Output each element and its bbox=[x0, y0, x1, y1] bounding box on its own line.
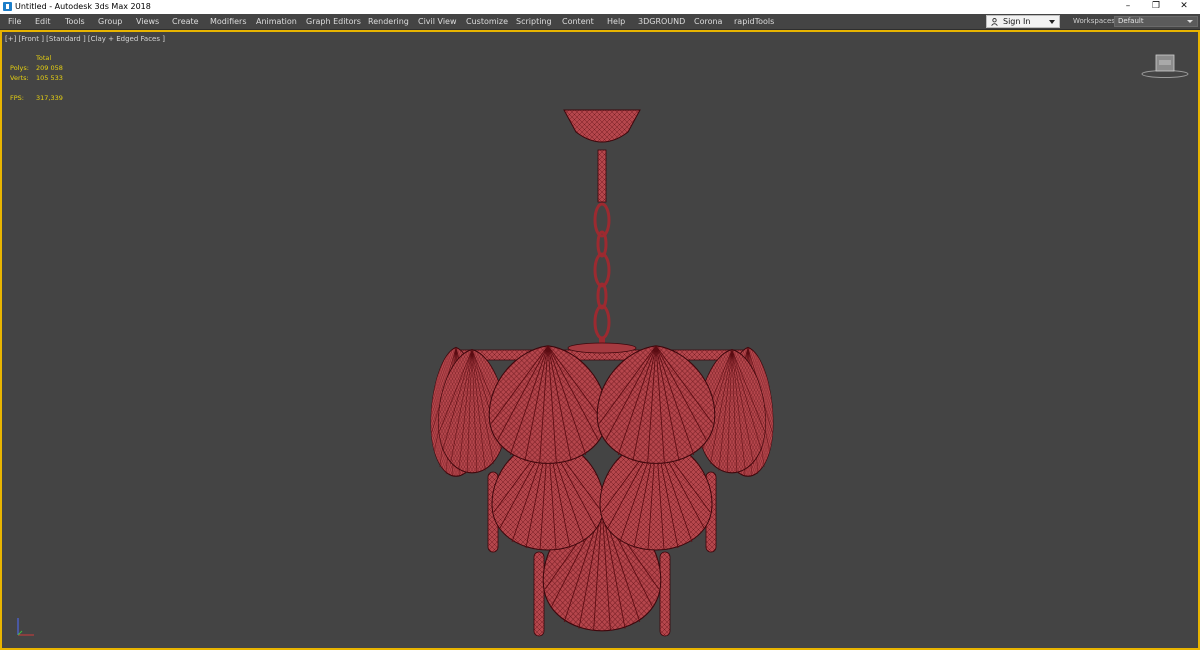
stats-polys-value: 209 058 bbox=[36, 64, 63, 72]
menu-rapidtools[interactable]: rapidTools bbox=[734, 14, 774, 29]
workspaces-label: Workspaces: bbox=[1073, 17, 1118, 25]
menu-tools[interactable]: Tools bbox=[65, 14, 85, 29]
sign-in-label: Sign In bbox=[1003, 17, 1031, 26]
front-viewport[interactable]: [+] [Front ] [Standard ] [Clay + Edged F… bbox=[0, 30, 1200, 650]
stats-verts-value: 105 533 bbox=[36, 74, 63, 82]
title-bar: Untitled - Autodesk 3ds Max 2018 – ❐ ✕ bbox=[0, 0, 1200, 14]
menu-help[interactable]: Help bbox=[607, 14, 625, 29]
workspaces-value: Default bbox=[1118, 17, 1144, 25]
menu-scripting[interactable]: Scripting bbox=[516, 14, 552, 29]
menu-civil-view[interactable]: Civil View bbox=[418, 14, 457, 29]
axis-tripod-icon bbox=[17, 618, 34, 636]
stats-fps-value: 317,339 bbox=[36, 94, 63, 102]
menu-rendering[interactable]: Rendering bbox=[368, 14, 409, 29]
menu-edit[interactable]: Edit bbox=[35, 14, 51, 29]
restore-button[interactable]: ❐ bbox=[1142, 0, 1170, 14]
menu-group[interactable]: Group bbox=[98, 14, 122, 29]
menu-create[interactable]: Create bbox=[172, 14, 199, 29]
minimize-button[interactable]: – bbox=[1114, 0, 1142, 14]
menu-corona[interactable]: Corona bbox=[694, 14, 722, 29]
menu-content[interactable]: Content bbox=[562, 14, 594, 29]
chevron-down-icon bbox=[1049, 20, 1055, 24]
stats-total-label: Total bbox=[36, 54, 52, 62]
user-icon bbox=[991, 18, 998, 26]
stats-verts-label: Verts: bbox=[10, 74, 29, 82]
menu-3dground[interactable]: 3DGROUND bbox=[638, 14, 685, 29]
menu-customize[interactable]: Customize bbox=[466, 14, 508, 29]
window-title: Untitled - Autodesk 3ds Max 2018 bbox=[15, 2, 151, 11]
chandelier-mesh[interactable] bbox=[422, 102, 782, 642]
chevron-down-icon bbox=[1187, 20, 1193, 23]
app-icon bbox=[3, 2, 12, 11]
menu-animation[interactable]: Animation bbox=[256, 14, 297, 29]
menu-modifiers[interactable]: Modifiers bbox=[210, 14, 247, 29]
menu-bar: File Edit Tools Group Views Create Modif… bbox=[0, 14, 1200, 30]
stats-polys-label: Polys: bbox=[10, 64, 29, 72]
menu-views[interactable]: Views bbox=[136, 14, 159, 29]
viewcube-icon[interactable] bbox=[1140, 50, 1190, 80]
close-button[interactable]: ✕ bbox=[1170, 0, 1198, 14]
stats-fps-label: FPS: bbox=[10, 94, 24, 102]
viewport-label[interactable]: [+] [Front ] [Standard ] [Clay + Edged F… bbox=[5, 35, 165, 43]
menu-file[interactable]: File bbox=[8, 14, 21, 29]
workspaces-select[interactable]: Default bbox=[1114, 16, 1198, 27]
sign-in-dropdown[interactable]: Sign In bbox=[986, 15, 1060, 28]
menu-graph-editors[interactable]: Graph Editors bbox=[306, 14, 361, 29]
